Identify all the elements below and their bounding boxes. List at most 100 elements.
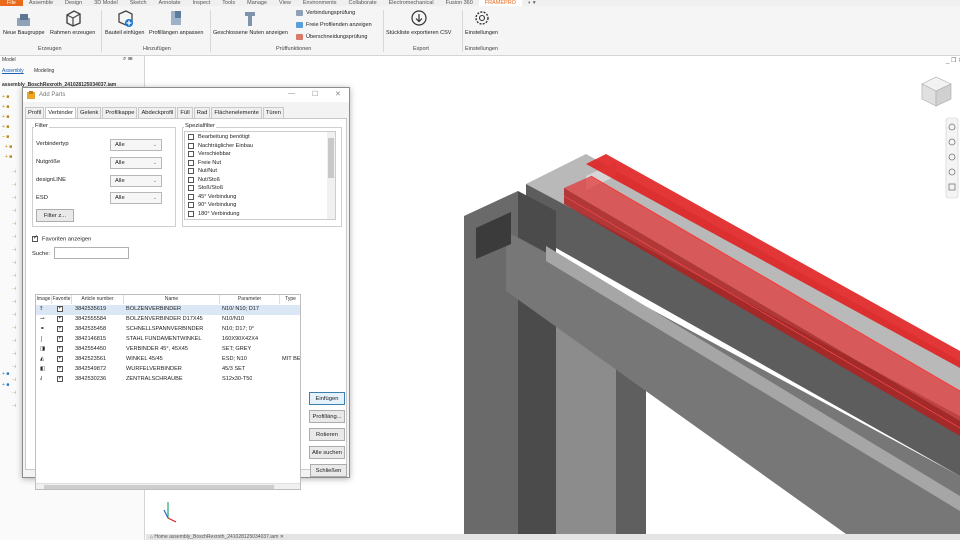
favorite-checkbox[interactable] bbox=[57, 376, 63, 382]
col-header-favorite[interactable]: Favorite bbox=[52, 295, 72, 304]
overlap-check-button[interactable]: Überschneidungsprüfung bbox=[296, 34, 367, 40]
col-header-article[interactable]: Article number bbox=[72, 295, 124, 304]
article-number: 3842535458 bbox=[75, 326, 107, 332]
maximize-icon[interactable]: ☐ bbox=[312, 90, 318, 98]
insert-button[interactable]: Einfügen bbox=[309, 392, 345, 405]
part-parameter: 45/3 SET bbox=[222, 366, 246, 372]
insert-part-label: Bauteil einfügen bbox=[105, 30, 145, 36]
tab-fuell[interactable]: Füll bbox=[177, 107, 193, 118]
settings-button[interactable]: Einstellungen bbox=[465, 9, 498, 36]
spezial-item-label: Nut/Nut bbox=[198, 168, 217, 175]
new-assembly-button[interactable]: Neue Baugruppe bbox=[3, 9, 45, 36]
table-row[interactable]: ◨ 3842554450 VERBINDER 45°, 45X45 SET; G… bbox=[36, 345, 300, 355]
checkbox[interactable] bbox=[188, 193, 194, 200]
tab-modeling[interactable]: Modeling bbox=[34, 68, 54, 74]
verbindertyp-select[interactable]: Alle ⌄ bbox=[110, 139, 162, 151]
col-header-type[interactable]: Type bbox=[280, 295, 300, 304]
tree-bottom-nodes: + ■ + ■ bbox=[2, 371, 10, 388]
create-frame-button[interactable]: Rahmen erzeugen bbox=[50, 9, 95, 36]
adjust-profile-length-button[interactable]: Profillängen anpassen bbox=[149, 9, 203, 36]
table-row[interactable]: ⫰ 3842530236 ZENTRALSCHRAUBE S12x30-T50 bbox=[36, 375, 300, 385]
search-all-button[interactable]: Alle suchen bbox=[309, 446, 345, 459]
filter-button[interactable]: Filter z... bbox=[36, 209, 74, 222]
favorite-checkbox[interactable] bbox=[57, 356, 63, 362]
browser-title: Model bbox=[2, 57, 16, 63]
esd-select[interactable]: Alle ⌄ bbox=[110, 192, 162, 204]
spezial-item[interactable]: 45° Verbindung bbox=[188, 193, 335, 202]
grid-horizontal-scrollbar[interactable] bbox=[36, 483, 300, 489]
tab-flaechenelemente[interactable]: Flächenelemente bbox=[211, 107, 262, 118]
checkbox[interactable] bbox=[188, 168, 194, 175]
table-row[interactable]: ⌡ 3842146815 STAHL FUNDAMENTWINKEL 160X9… bbox=[36, 335, 300, 345]
spezial-item-label: Freie Nut bbox=[198, 159, 222, 166]
ribbon: Neue Baugruppe Rahmen erzeugen Bauteil e… bbox=[0, 6, 960, 56]
checkbox[interactable] bbox=[188, 176, 194, 183]
checkbox[interactable] bbox=[188, 134, 194, 141]
document-tab-bar[interactable]: ⌂ Home assembly_BoschRexroth_24102812503… bbox=[146, 534, 960, 540]
checkbox[interactable] bbox=[188, 185, 194, 192]
checkbox[interactable] bbox=[188, 202, 194, 209]
favorites-checkbox[interactable] bbox=[32, 234, 38, 242]
export-csv-button[interactable]: Stückliste exportieren CSV bbox=[386, 9, 451, 36]
tab-abdeckprofil[interactable]: Abdeckprofil bbox=[138, 107, 177, 118]
spezial-item[interactable]: 180° Verbindung bbox=[188, 210, 335, 219]
tab-profilkappe[interactable]: Profilkappe bbox=[102, 107, 138, 118]
spezial-item[interactable]: Nut/Nut bbox=[188, 167, 335, 176]
spezial-item[interactable]: 90° Verbindung bbox=[188, 201, 335, 210]
spezial-item[interactable]: Freie Nut bbox=[188, 159, 335, 168]
navigation-bar[interactable] bbox=[945, 117, 959, 199]
connection-check-icon bbox=[296, 10, 303, 16]
free-profile-ends-button[interactable]: Freie Profilenden anzeigen bbox=[296, 22, 372, 28]
browser-search-icon[interactable]: ⌕ ☰ bbox=[123, 56, 133, 63]
checkbox[interactable] bbox=[188, 159, 194, 166]
profile-length-button[interactable]: Profilläng... bbox=[309, 410, 345, 423]
favorite-checkbox[interactable] bbox=[57, 306, 63, 312]
group-erzeugen-label: Erzeugen bbox=[38, 46, 62, 52]
favorite-checkbox[interactable] bbox=[57, 366, 63, 372]
overlap-check-icon bbox=[296, 34, 303, 40]
designline-select[interactable]: Alle ⌄ bbox=[110, 175, 162, 187]
spezialfilter-legend: Spezialfilter bbox=[184, 123, 216, 129]
table-row[interactable]: ◧ 3842549872 WÜRFELVERBINDER 45/3 SET bbox=[36, 365, 300, 375]
table-row[interactable]: ⊸ 3842555584 BOLZENVERBINDER D17X45 N10/… bbox=[36, 315, 300, 325]
part-thumbnail-icon: ⥉ bbox=[40, 306, 43, 312]
spezial-item-label: Nut/Stoß bbox=[198, 176, 221, 183]
show-closed-slots-button[interactable]: Geschlossene Nuten anzeigen bbox=[213, 9, 288, 36]
spezial-item[interactable]: Nachträglicher Einbau bbox=[188, 142, 335, 151]
col-header-name[interactable]: Name bbox=[124, 295, 220, 304]
tab-rad[interactable]: Rad bbox=[193, 107, 211, 118]
favorites-toggle[interactable]: Favoriten anzeigen bbox=[32, 234, 91, 243]
view-cube[interactable] bbox=[921, 76, 952, 107]
close-icon[interactable]: ✕ bbox=[335, 90, 341, 98]
verbindertyp-value: Alle bbox=[115, 142, 125, 148]
nutgroesse-select[interactable]: Alle ⌄ bbox=[110, 157, 162, 169]
tab-profil[interactable]: Profil bbox=[25, 107, 45, 118]
search-input[interactable] bbox=[54, 247, 129, 259]
spezial-item[interactable]: Nut/Stoß bbox=[188, 176, 335, 185]
spezialfilter-scrollbar[interactable] bbox=[327, 132, 335, 219]
tab-tueren[interactable]: Türen bbox=[262, 107, 284, 118]
col-header-image[interactable]: Image bbox=[36, 295, 52, 304]
col-header-parameter[interactable]: Parameter bbox=[220, 295, 280, 304]
checkbox[interactable] bbox=[188, 142, 194, 149]
minimize-icon[interactable]: — bbox=[288, 90, 295, 97]
spezialfilter-list: Bearbeitung benötigt Nachträglicher Einb… bbox=[184, 131, 336, 220]
checkbox[interactable] bbox=[188, 151, 194, 158]
spezial-item[interactable]: Bearbeitung benötigt bbox=[188, 133, 335, 142]
favorite-checkbox[interactable] bbox=[57, 336, 63, 342]
table-row[interactable]: ⚭ 3842535458 SCHNELLSPANNVERBINDER N10; … bbox=[36, 325, 300, 335]
favorite-checkbox[interactable] bbox=[57, 346, 63, 352]
table-row[interactable]: ⥉ 3842535619 BOLZENVERBINDER N10/ N10; D… bbox=[36, 305, 300, 315]
connection-check-button[interactable]: Verbindungsprüfung bbox=[296, 10, 355, 16]
favorite-checkbox[interactable] bbox=[57, 326, 63, 332]
table-row[interactable]: ◭ 3842523561 WINKEL 45/45 ESD; N10 MIT B… bbox=[36, 355, 300, 365]
favorite-checkbox[interactable] bbox=[57, 316, 63, 322]
checkbox[interactable] bbox=[188, 210, 194, 217]
close-button[interactable]: Schließen bbox=[310, 464, 347, 477]
tab-gelenk[interactable]: Gelenk bbox=[77, 107, 102, 118]
spezial-item[interactable]: Verschiebbar bbox=[188, 150, 335, 159]
rotate-button[interactable]: Rotieren bbox=[309, 428, 345, 441]
insert-part-button[interactable]: Bauteil einfügen bbox=[105, 9, 144, 36]
spezial-item[interactable]: Stoß/Stoß bbox=[188, 184, 335, 193]
tab-assembly[interactable]: Assembly bbox=[2, 68, 24, 74]
